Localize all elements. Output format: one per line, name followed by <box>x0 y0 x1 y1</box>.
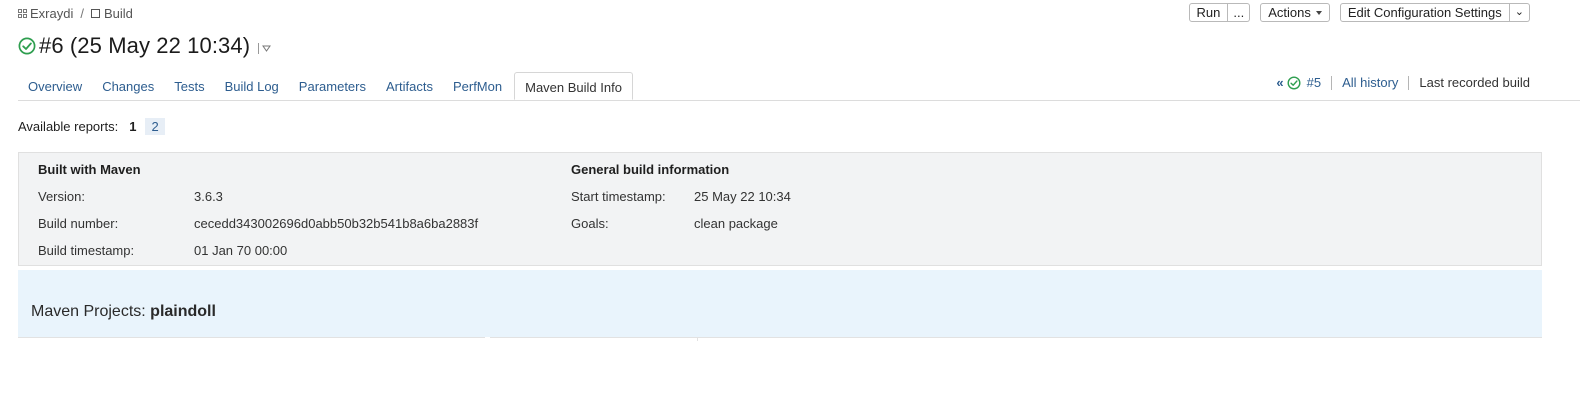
run-button-group: Run ... <box>1188 3 1251 22</box>
breadcrumb-separator: / <box>80 6 84 21</box>
general-build-info-section: General build information Start timestam… <box>571 161 791 241</box>
info-value: 25 May 22 10:34 <box>694 189 791 204</box>
build-history-nav: « #5 All history Last recorded build <box>1276 75 1530 90</box>
breadcrumb: Exraydi / Build <box>18 6 133 21</box>
divider <box>1408 75 1410 90</box>
top-actions: Run ... Actions Edit Configuration Setti… <box>1188 3 1530 22</box>
info-row: Goals: clean package <box>571 214 791 241</box>
available-reports: Available reports: 1 2 <box>18 118 165 135</box>
triangle-down-icon <box>262 45 272 52</box>
tab-perfmon[interactable]: PerfMon <box>443 72 512 100</box>
build-title-row: #6 (25 May 22 10:34) <box>18 33 272 59</box>
info-key: Goals: <box>571 216 609 231</box>
divider <box>490 337 1542 338</box>
info-row: Version: 3.6.3 <box>38 187 478 214</box>
info-row: Start timestamp: 25 May 22 10:34 <box>571 187 791 214</box>
previous-build-link[interactable]: #5 <box>1307 75 1321 90</box>
previous-build-arrow-icon[interactable]: « <box>1276 75 1283 90</box>
info-key: Build timestamp: <box>38 243 135 258</box>
run-options-button[interactable]: ... <box>1228 3 1251 22</box>
built-with-maven-heading: Built with Maven <box>38 162 141 177</box>
last-recorded-build-label: Last recorded build <box>1419 75 1530 90</box>
info-row: Build number: cecedd343002696d0abb50b32b… <box>38 214 478 241</box>
breadcrumb-project-label: Exraydi <box>30 6 74 21</box>
chevron-down-icon: ⌄ <box>1514 6 1524 18</box>
success-check-icon <box>1287 75 1301 90</box>
maven-projects-label: Maven Projects: <box>31 303 146 320</box>
tab-changes[interactable]: Changes <box>92 72 164 100</box>
breadcrumb-project-link[interactable]: Exraydi <box>18 6 73 21</box>
info-value: 3.6.3 <box>194 189 223 204</box>
info-key: Version: <box>38 189 85 204</box>
edit-configuration-button[interactable]: Edit Configuration Settings <box>1339 3 1510 22</box>
actions-button[interactable]: Actions <box>1260 3 1330 22</box>
build-config-icon <box>90 9 100 18</box>
maven-project-name: plaindoll <box>150 303 216 320</box>
project-grid-icon <box>18 9 27 18</box>
divider <box>697 337 698 341</box>
breadcrumb-build-config-label: Build <box>103 6 133 21</box>
breadcrumb-build-config-link[interactable]: Build <box>90 6 133 21</box>
general-build-info-heading: General build information <box>571 162 730 177</box>
available-reports-label: Available reports: <box>18 119 119 134</box>
info-key: Start timestamp: <box>571 189 666 204</box>
info-key: Build number: <box>38 216 119 231</box>
edit-configuration-dropdown[interactable]: ⌄ <box>1509 3 1530 22</box>
tab-overview[interactable]: Overview <box>18 72 92 100</box>
build-info-panel: Built with Maven Version: 3.6.3 Build nu… <box>18 152 1542 266</box>
maven-projects-heading: Maven Projects: plaindoll <box>31 303 216 321</box>
report-current: 1 <box>129 119 137 134</box>
info-value: clean package <box>694 216 778 231</box>
built-with-maven-section: Built with Maven Version: 3.6.3 Build nu… <box>38 161 478 268</box>
success-check-icon <box>18 37 36 55</box>
all-history-link[interactable]: All history <box>1342 75 1398 90</box>
tab-build-log[interactable]: Build Log <box>215 72 289 100</box>
build-menu-toggle[interactable] <box>258 42 272 54</box>
edit-config-button-group: Edit Configuration Settings ⌄ <box>1339 3 1530 22</box>
actions-button-label: Actions <box>1268 5 1311 20</box>
tab-maven-build-info[interactable]: Maven Build Info <box>514 72 633 100</box>
caret-down-icon <box>1315 10 1322 15</box>
divider <box>18 337 485 338</box>
divider <box>1331 75 1333 90</box>
page-title: #6 (25 May 22 10:34) <box>39 33 251 58</box>
tab-tests[interactable]: Tests <box>164 72 214 100</box>
maven-projects-panel: Maven Projects: plaindoll <box>18 270 1542 337</box>
run-button[interactable]: Run <box>1188 3 1229 22</box>
tab-parameters[interactable]: Parameters <box>289 72 376 100</box>
report-link-2[interactable]: 2 <box>145 118 165 135</box>
info-value: 01 Jan 70 00:00 <box>194 243 288 258</box>
tab-artifacts[interactable]: Artifacts <box>376 72 443 100</box>
info-row: Build timestamp: 01 Jan 70 00:00 <box>38 241 478 268</box>
info-value: cecedd343002696d0abb50b32b541b8a6ba2883f <box>194 216 479 231</box>
